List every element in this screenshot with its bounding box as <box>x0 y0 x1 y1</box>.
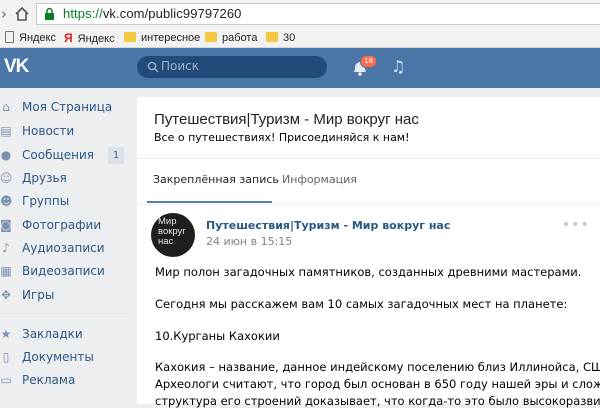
video-icon: ▦ <box>0 264 12 278</box>
music-icon[interactable]: ♫ <box>391 57 405 76</box>
post-text-line: Кахокия – название, данное индейскому по… <box>155 360 600 374</box>
games-icon: ✥ <box>0 288 12 302</box>
star-icon: ★ <box>0 327 12 341</box>
folder-icon <box>124 32 136 42</box>
page-icon <box>5 31 14 43</box>
tab-info[interactable]: Информация <box>282 173 357 186</box>
sidebar-item-messages[interactable]: ● Сообщения 1 <box>0 145 128 167</box>
sidebar-item-ads[interactable]: ▭ Реклама <box>0 370 128 392</box>
lock-icon <box>45 7 54 20</box>
avatar[interactable]: Мир вокруг нас <box>151 213 195 257</box>
sidebar-item-my-page[interactable]: ⌂ Моя Страница <box>0 97 128 119</box>
post-text-line: Мир полон загадочных памятников, созданн… <box>155 265 582 279</box>
sidebar-item-bookmarks[interactable]: ★ Закладки <box>0 324 128 346</box>
sidebar-item-photos[interactable]: ◙ Фотографии <box>0 215 128 237</box>
bookmark-folder-interesting[interactable]: интересное <box>124 30 200 46</box>
notifications-badge: 18 <box>360 55 377 68</box>
search-placeholder: Поиск <box>161 59 200 73</box>
more-options-icon[interactable]: ••• <box>562 217 590 233</box>
sidebar-item-groups[interactable]: ☻ Группы <box>0 191 128 213</box>
post-date[interactable]: 24 июн в 15:15 <box>206 235 292 248</box>
folder-icon <box>266 32 278 42</box>
ads-icon: ▭ <box>0 373 12 387</box>
home-icon[interactable] <box>12 4 32 24</box>
sidebar-item-video[interactable]: ▦ Видеозаписи <box>0 261 128 283</box>
groups-icon: ☻ <box>0 194 13 208</box>
bookmark-folder-work[interactable]: работа <box>205 30 257 46</box>
group-header-card: Путешествия|Туризм - Мир вокруг нас Все … <box>137 97 600 204</box>
post-text-line: 10.Курганы Кахокии <box>155 329 280 343</box>
url-text: https://vk.com/public99797260 <box>63 6 242 21</box>
browser-toolbar: › https://vk.com/public99797260 <box>0 0 600 28</box>
site-header: VK Поиск 18 ♫ <box>0 48 600 88</box>
post-text-line: Сегодня мы расскажем вам 10 самых загадо… <box>155 297 568 311</box>
tab-pinned-post[interactable]: Закреплённая запись <box>153 173 279 186</box>
search-icon <box>147 61 159 73</box>
search-input[interactable]: Поиск <box>137 56 327 78</box>
sidebar-item-friends[interactable]: ☺ Друзья <box>0 168 128 190</box>
divider <box>137 158 600 159</box>
post-author-link[interactable]: Путешествия|Туризм - Мир вокруг нас <box>206 219 450 232</box>
yandex-icon: Я <box>64 31 73 45</box>
post-card: Мир вокруг нас Путешествия|Туризм - Мир … <box>137 205 600 408</box>
post-text-line: Археологи считают, что город был основан… <box>155 377 600 391</box>
page-title: Путешествия|Туризм - Мир вокруг нас <box>154 111 419 128</box>
bookmarks-bar: Яндекс Я Яндекс интересное работа 30 <box>0 28 600 48</box>
news-icon: ▤ <box>0 124 12 138</box>
document-icon: ▯ <box>2 350 10 364</box>
sidebar-item-games[interactable]: ✥ Игры <box>0 285 128 307</box>
avatar-logo-text: Мир вокруг нас <box>158 216 186 247</box>
bookmark-yandex-1[interactable]: Яндекс <box>5 30 56 46</box>
sidebar-item-documents[interactable]: ▯ Документы <box>0 347 128 369</box>
sidebar-item-news[interactable]: ▤ Новости <box>0 121 128 143</box>
home-icon: ⌂ <box>2 100 10 114</box>
vk-logo[interactable]: VK <box>4 56 29 78</box>
folder-icon <box>205 32 217 42</box>
bookmark-folder-30[interactable]: 30 <box>266 30 295 46</box>
messages-icon: ● <box>0 148 12 162</box>
post-text-line: структура его строений доказывает, что к… <box>155 394 600 408</box>
music-icon: ♪ <box>2 241 10 255</box>
group-status: Все о путешествиях! Присоединяйся к нам! <box>154 131 410 144</box>
address-bar[interactable]: https://vk.com/public99797260 <box>36 3 600 25</box>
friends-icon: ☺ <box>0 171 13 185</box>
messages-count: 1 <box>108 147 124 164</box>
bookmark-yandex-2[interactable]: Я Яндекс <box>64 30 115 46</box>
sidebar-item-audio[interactable]: ♪ Аудиозаписи <box>0 238 128 260</box>
sidebar-divider <box>0 313 128 314</box>
camera-icon: ◙ <box>0 218 12 232</box>
active-tab-indicator <box>147 201 272 203</box>
